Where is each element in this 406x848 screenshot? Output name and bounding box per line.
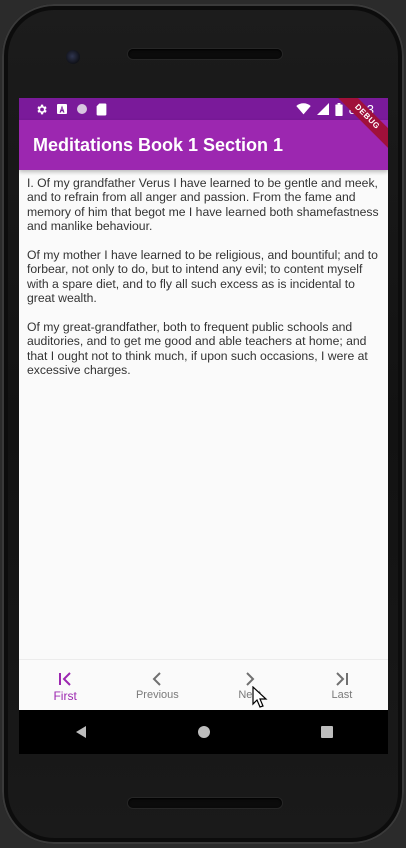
nav-first[interactable]: First (19, 660, 111, 710)
wifi-icon (295, 103, 311, 115)
bottom-navigation: First Previous Next Last (19, 659, 388, 710)
nav-last-label: Last (331, 689, 353, 701)
nav-previous[interactable]: Previous (111, 660, 203, 710)
status-bar: 8:33 (19, 98, 388, 120)
nav-last[interactable]: Last (296, 660, 388, 710)
nav-first-label: First (53, 689, 77, 703)
paragraph: I. Of my grandfather Verus I have learne… (27, 176, 379, 234)
gear-icon (37, 104, 47, 114)
nav-previous-label: Previous (135, 689, 179, 701)
app-bar: Meditations Book 1 Section 1 (19, 120, 388, 170)
a-icon (57, 104, 67, 114)
first-page-icon (59, 672, 71, 686)
battery-icon (335, 102, 343, 116)
last-page-icon (336, 672, 348, 686)
back-icon[interactable] (74, 725, 88, 739)
chevron-left-icon (152, 672, 162, 686)
reading-content: I. Of my grandfather Verus I have learne… (19, 170, 388, 660)
home-icon[interactable] (197, 725, 211, 739)
system-navigation-bar (19, 710, 388, 754)
signal-icon (316, 103, 329, 115)
recents-icon[interactable] (321, 726, 334, 738)
bottom-speaker (128, 798, 282, 808)
front-camera (66, 50, 80, 64)
mouse-cursor-icon (252, 686, 268, 708)
nav-next[interactable]: Next (204, 660, 296, 710)
paragraph: Of my great-grandfather, both to frequen… (27, 320, 368, 378)
page-title: Meditations Book 1 Section 1 (33, 135, 284, 155)
circle-icon (77, 104, 87, 114)
chevron-right-icon (245, 672, 255, 686)
sd-card-icon (96, 103, 107, 115)
paragraph: Of my mother I have learned to be religi… (27, 248, 378, 306)
app-screen: 8:33 Meditations Book 1 Section 1 DEBUG … (19, 98, 388, 710)
earpiece-speaker (128, 49, 282, 59)
